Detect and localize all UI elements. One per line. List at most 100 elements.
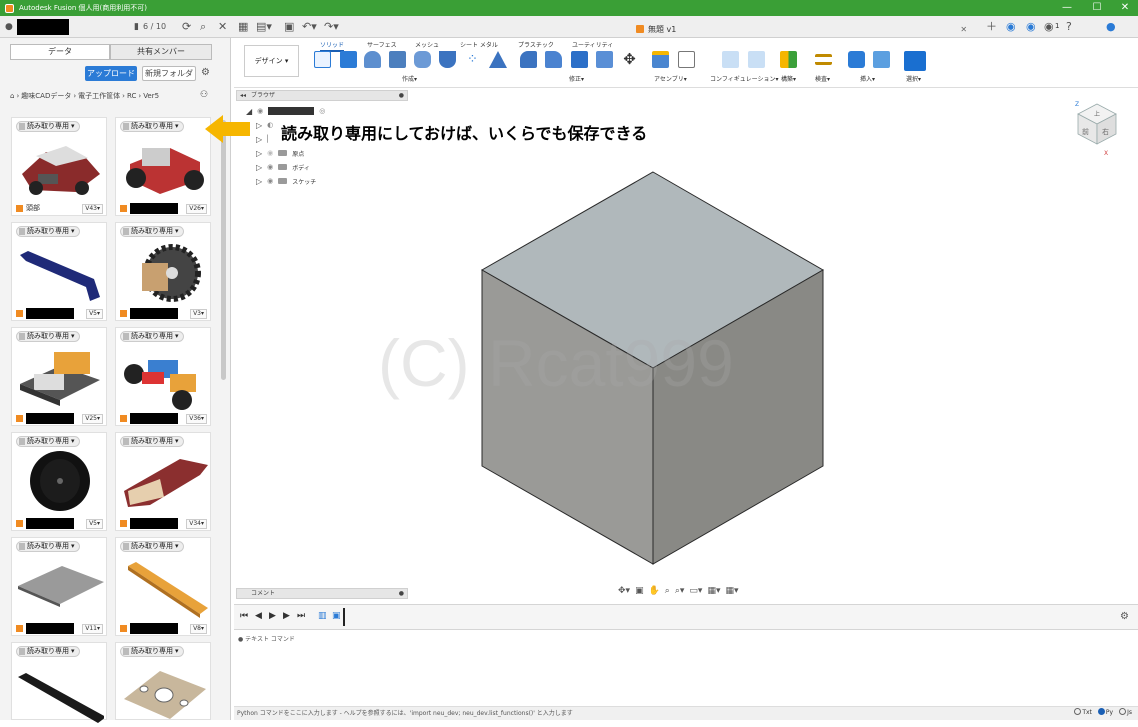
- press-pull-icon[interactable]: [520, 51, 537, 68]
- browser-item-sketches[interactable]: ▷ ◉ スケッチ: [256, 175, 316, 187]
- tab-sheet-metal[interactable]: シート メタル: [460, 40, 498, 49]
- read-only-badge[interactable]: 読み取り専用 ▾: [120, 121, 184, 132]
- comments-add-icon[interactable]: ●: [399, 589, 404, 598]
- close-panel-icon[interactable]: ✕: [218, 19, 227, 35]
- group-create[interactable]: 作成▾: [402, 74, 417, 83]
- read-only-badge[interactable]: 読み取り専用 ▾: [120, 541, 184, 552]
- radio-txt[interactable]: Txt: [1074, 708, 1092, 716]
- design-card[interactable]: 読み取り専用 ▾ V26▾: [115, 117, 211, 216]
- tab-members[interactable]: 共有メンバー: [110, 44, 212, 60]
- breadcrumb-item[interactable]: RC: [127, 92, 136, 100]
- timeline-start-icon[interactable]: ⏮: [240, 611, 248, 621]
- online-status-icon[interactable]: ◉: [1026, 19, 1036, 35]
- group-insert[interactable]: 挿入▾: [860, 74, 875, 83]
- settings-gear-icon[interactable]: ⚙: [201, 67, 210, 78]
- design-thumbnail[interactable]: [120, 554, 208, 620]
- design-thumbnail[interactable]: [16, 554, 104, 620]
- notification-icon[interactable]: ◉: [1044, 19, 1054, 35]
- expand-icon[interactable]: ▷: [256, 163, 262, 172]
- read-only-badge[interactable]: 読み取り専用 ▾: [16, 646, 80, 657]
- design-thumbnail[interactable]: [16, 344, 104, 410]
- design-thumbnail[interactable]: [120, 449, 208, 515]
- help-icon[interactable]: ?: [1066, 19, 1072, 35]
- read-only-badge[interactable]: 読み取り専用 ▾: [120, 436, 184, 447]
- design-thumbnail[interactable]: [120, 239, 208, 305]
- visibility-icon[interactable]: ◉: [267, 149, 273, 157]
- measure-icon[interactable]: [815, 54, 832, 65]
- view-cube[interactable]: 上 前 右 Z X: [1072, 98, 1122, 158]
- tab-surface[interactable]: サーフェス: [367, 40, 397, 49]
- breadcrumb-item[interactable]: Ver5: [143, 92, 159, 100]
- timeline-next-icon[interactable]: ▶: [283, 611, 290, 621]
- version-badge[interactable]: V8▾: [190, 624, 207, 634]
- read-only-badge[interactable]: 読み取り専用 ▾: [16, 121, 80, 132]
- browser-panel-header[interactable]: ◂◂ ブラウザ ●: [236, 90, 408, 101]
- radio-py[interactable]: Py: [1097, 708, 1113, 716]
- design-card[interactable]: 読み取り専用 ▾ V25▾: [11, 327, 107, 426]
- read-only-badge[interactable]: 読み取り専用 ▾: [16, 331, 80, 342]
- expand-icon[interactable]: ▷: [256, 177, 262, 186]
- select-icon[interactable]: [904, 51, 926, 71]
- design-card[interactable]: 読み取り専用 ▾ 頭部 V43▾: [11, 117, 107, 216]
- version-badge[interactable]: V3▾: [190, 309, 207, 319]
- look-at-icon[interactable]: ▣: [635, 586, 644, 596]
- tab-mesh[interactable]: メッシュ: [415, 40, 439, 49]
- visibility-icon[interactable]: ◉: [267, 177, 273, 185]
- design-card[interactable]: 読み取り専用 ▾ V11▾: [11, 537, 107, 636]
- jobs-icon[interactable]: ▮: [134, 19, 139, 35]
- design-thumbnail[interactable]: [120, 659, 208, 725]
- version-badge[interactable]: V26▾: [186, 204, 207, 214]
- construct-plane-icon[interactable]: [780, 51, 797, 68]
- timeline-sketch-feature-icon[interactable]: ▥: [318, 611, 327, 621]
- configure-icon[interactable]: [722, 51, 739, 68]
- display-settings-icon[interactable]: ▭▾: [689, 586, 702, 596]
- file-icon[interactable]: ▤▾: [256, 19, 272, 35]
- version-badge[interactable]: V5▾: [86, 519, 103, 529]
- read-only-badge[interactable]: 読み取り専用 ▾: [120, 331, 184, 342]
- mirror-icon[interactable]: [489, 51, 507, 68]
- pattern-icon[interactable]: ⁘: [464, 51, 481, 68]
- zoom-icon[interactable]: ⌕: [665, 586, 670, 596]
- read-only-badge[interactable]: 読み取り専用 ▾: [16, 436, 80, 447]
- new-tab-icon[interactable]: ＋: [986, 19, 997, 35]
- text-command-header[interactable]: ● テキスト コマンド: [238, 634, 295, 643]
- expand-icon[interactable]: ▷: [256, 121, 262, 130]
- redo-icon[interactable]: ↷▾: [324, 19, 339, 35]
- comments-panel-header[interactable]: コメント ●: [236, 588, 408, 599]
- insert-image-icon[interactable]: [873, 51, 890, 68]
- design-card[interactable]: 読み取り専用 ▾ V5▾: [11, 432, 107, 531]
- version-badge[interactable]: V36▾: [186, 414, 207, 424]
- refresh-icon[interactable]: ⟳: [182, 19, 191, 35]
- read-only-badge[interactable]: 読み取り専用 ▾: [120, 226, 184, 237]
- visibility-icon[interactable]: ◉: [267, 163, 273, 171]
- new-folder-button[interactable]: 新規フォルダ: [142, 66, 196, 81]
- design-thumbnail[interactable]: [16, 239, 104, 305]
- grid-icon[interactable]: ▦: [238, 19, 248, 35]
- design-thumbnail[interactable]: [16, 134, 104, 200]
- fit-icon[interactable]: ⌕▾: [675, 586, 685, 596]
- upload-button[interactable]: アップロード: [85, 66, 137, 81]
- breadcrumb-item[interactable]: 趣味CADデータ: [21, 91, 71, 101]
- activate-icon[interactable]: ◎: [319, 107, 325, 115]
- browser-item-named-views[interactable]: ▷ ▏: [256, 133, 273, 145]
- loft-icon[interactable]: [414, 51, 431, 68]
- tab-data[interactable]: データ: [10, 44, 110, 60]
- configure-table-icon[interactable]: [748, 51, 765, 68]
- design-thumbnail[interactable]: [120, 344, 208, 410]
- minimize-button[interactable]: —: [1054, 0, 1080, 16]
- version-badge[interactable]: V25▾: [82, 414, 103, 424]
- save-icon[interactable]: ▣: [284, 19, 294, 35]
- design-card[interactable]: 読み取り専用 ▾: [11, 642, 107, 723]
- move-icon[interactable]: ✥: [621, 51, 638, 68]
- account-icon[interactable]: ●: [1106, 19, 1116, 35]
- viewports-icon[interactable]: ▦▾: [725, 586, 738, 596]
- insert-derive-icon[interactable]: [848, 51, 865, 68]
- browser-item-bodies[interactable]: ▷ ◉ ボディ: [256, 161, 310, 173]
- browser-pin-icon[interactable]: ●: [399, 91, 404, 100]
- browser-item-settings[interactable]: ▷ ◐: [256, 119, 273, 131]
- python-command-input[interactable]: Python コマンドをここに入力します - ヘルプを参照するには、'impor…: [234, 706, 1138, 720]
- home-icon[interactable]: ⌂: [10, 92, 14, 100]
- create-sketch-icon[interactable]: [314, 51, 331, 68]
- expand-icon[interactable]: ▷: [256, 135, 262, 144]
- design-card[interactable]: 読み取り専用 ▾ V5▾: [11, 222, 107, 321]
